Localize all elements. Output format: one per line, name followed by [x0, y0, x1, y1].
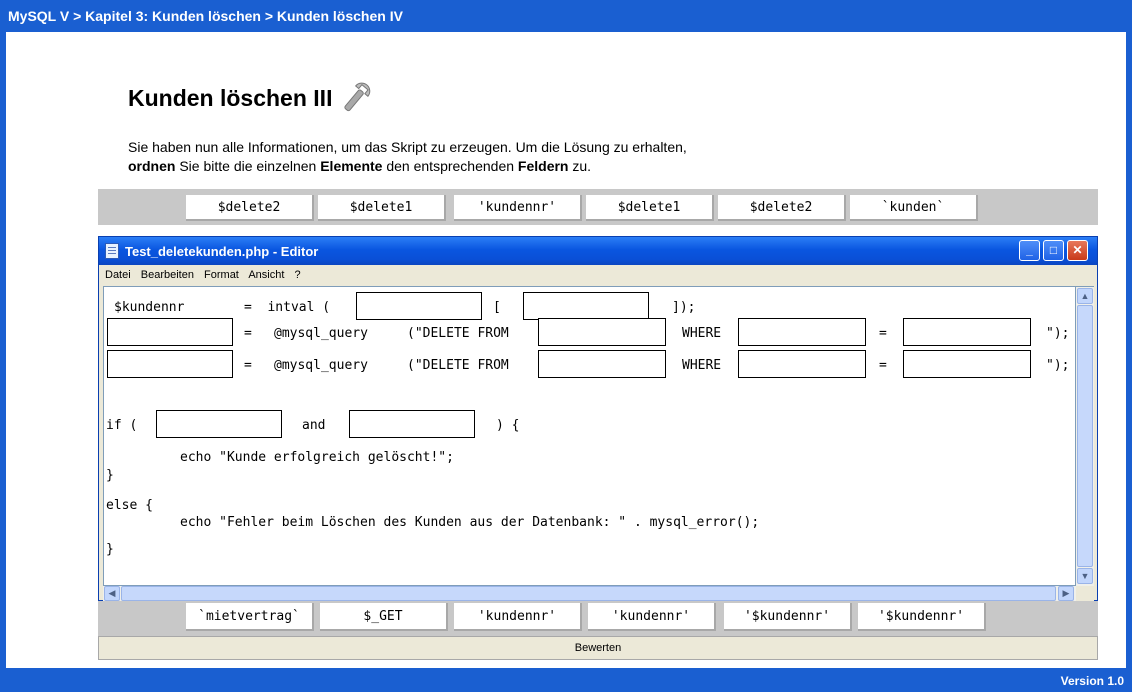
- drop-field[interactable]: [903, 318, 1031, 346]
- code-var: $kundennr: [114, 300, 185, 315]
- token-bar-top: $delete2 $delete1 'kundennr' $delete1 $d…: [98, 189, 1098, 225]
- code-area: $kundennr = intval ( [ ]); = @mysql_quer…: [103, 286, 1076, 586]
- code-text: =: [879, 358, 887, 373]
- instruction-line-2: ordnen Sie bitte die einzelnen Elemente …: [128, 158, 592, 174]
- code-text: ("DELETE FROM: [407, 326, 509, 341]
- minimize-button[interactable]: _: [1019, 240, 1040, 261]
- code-text: =: [244, 326, 252, 341]
- scroll-down-icon[interactable]: ▼: [1077, 568, 1093, 584]
- drag-token[interactable]: 'kundennr': [454, 603, 582, 631]
- code-text: WHERE: [682, 358, 722, 373]
- horizontal-scrollbar[interactable]: ◀ ▶: [103, 586, 1076, 601]
- drop-field[interactable]: [523, 292, 649, 320]
- code-text: else {: [106, 498, 153, 513]
- resize-grip-icon[interactable]: [1076, 586, 1094, 601]
- editor-title: Test_deletekunden.php - Editor: [125, 244, 319, 259]
- drop-field[interactable]: [156, 410, 282, 438]
- code-text: echo "Kunde erfolgreich gelöscht!";: [180, 450, 454, 465]
- instructions: Sie haben nun alle Informationen, um das…: [128, 138, 868, 176]
- drag-token[interactable]: `mietvertrag`: [186, 603, 314, 631]
- drop-field[interactable]: [107, 350, 233, 378]
- editor-titlebar: Test_deletekunden.php - Editor _ □ ✕: [99, 237, 1097, 265]
- version-bar: Version 1.0: [0, 668, 1132, 692]
- drag-token[interactable]: $_GET: [320, 603, 448, 631]
- version-label: Version 1.0: [1060, 674, 1124, 688]
- maximize-button[interactable]: □: [1043, 240, 1064, 261]
- code-text: }: [106, 542, 114, 557]
- editor-window: Test_deletekunden.php - Editor _ □ ✕ Dat…: [98, 236, 1098, 601]
- token-bar-bottom: `mietvertrag` $_GET 'kundennr' 'kundennr…: [98, 601, 1098, 637]
- notepad-icon: [105, 243, 119, 259]
- code-text: ) {: [496, 418, 520, 433]
- code-text: }: [106, 468, 114, 483]
- drop-field[interactable]: [738, 350, 866, 378]
- drag-token[interactable]: $delete1: [586, 195, 714, 221]
- editor-menubar: Datei Bearbeiten Format Ansicht ?: [99, 265, 1097, 285]
- menu-help[interactable]: ?: [294, 269, 300, 281]
- scroll-up-icon[interactable]: ▲: [1077, 288, 1093, 304]
- drop-field[interactable]: [538, 350, 666, 378]
- code-text: @mysql_query: [274, 358, 368, 373]
- vertical-scrollbar[interactable]: ▲ ▼: [1076, 286, 1094, 586]
- menu-format[interactable]: Format: [204, 269, 239, 281]
- vertical-scroll-thumb[interactable]: [1077, 305, 1093, 567]
- code-text: =: [879, 326, 887, 341]
- drop-field[interactable]: [903, 350, 1031, 378]
- menu-bearbeiten[interactable]: Bearbeiten: [141, 269, 194, 281]
- breadcrumb: MySQL V > Kapitel 3: Kunden löschen > Ku…: [0, 0, 1132, 32]
- code-text: ");: [1046, 358, 1070, 373]
- code-text: =: [244, 358, 252, 373]
- code-text: [: [493, 300, 501, 315]
- close-button[interactable]: ✕: [1067, 240, 1088, 261]
- drop-field[interactable]: [356, 292, 482, 320]
- scroll-right-icon[interactable]: ▶: [1058, 586, 1074, 601]
- code-text: if (: [106, 418, 138, 433]
- wrench-icon: [344, 82, 371, 112]
- drag-token[interactable]: '$kundennr': [724, 603, 852, 631]
- code-text: and: [302, 418, 326, 433]
- drag-token[interactable]: $delete2: [718, 195, 846, 221]
- code-text: ");: [1046, 326, 1070, 341]
- menu-ansicht[interactable]: Ansicht: [248, 269, 284, 281]
- drop-field[interactable]: [738, 318, 866, 346]
- drag-token[interactable]: 'kundennr': [454, 195, 582, 221]
- drop-field[interactable]: [538, 318, 666, 346]
- bewerten-button[interactable]: Bewerten: [98, 636, 1098, 660]
- drag-token[interactable]: `kunden`: [850, 195, 978, 221]
- code-text: = intval (: [244, 300, 331, 315]
- code-text: ]);: [672, 300, 696, 315]
- code-text: ("DELETE FROM: [407, 358, 509, 373]
- drag-token[interactable]: 'kundennr': [588, 603, 716, 631]
- code-text: echo "Fehler beim Löschen des Kunden aus…: [180, 515, 760, 530]
- code-text: @mysql_query: [274, 326, 368, 341]
- code-text: WHERE: [682, 326, 722, 341]
- page-title-row: Kunden löschen III: [128, 80, 374, 116]
- drag-token[interactable]: $delete2: [186, 195, 314, 221]
- drop-field[interactable]: [349, 410, 475, 438]
- drag-token[interactable]: '$kundennr': [858, 603, 986, 631]
- menu-datei[interactable]: Datei: [105, 269, 131, 281]
- page-title: Kunden löschen III: [128, 84, 333, 111]
- drop-field[interactable]: [107, 318, 233, 346]
- drag-token[interactable]: $delete1: [318, 195, 446, 221]
- scroll-left-icon[interactable]: ◀: [104, 586, 120, 601]
- instruction-line-1: Sie haben nun alle Informationen, um das…: [128, 139, 687, 155]
- horizontal-scroll-thumb[interactable]: [121, 586, 1056, 601]
